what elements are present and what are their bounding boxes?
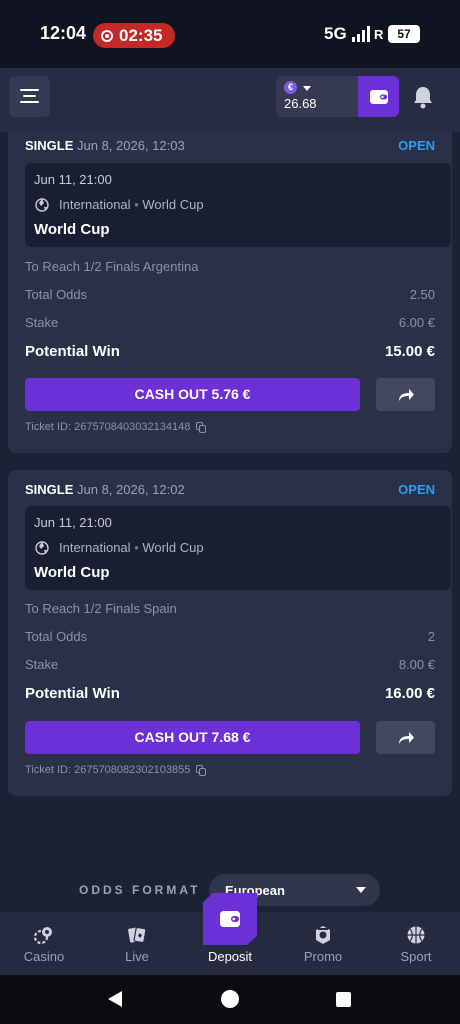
total-odds-value: 2.50 <box>409 287 435 302</box>
back-icon[interactable] <box>108 991 122 1007</box>
balance-selector[interactable]: € 26.68 <box>276 76 358 117</box>
wallet-button[interactable] <box>358 76 399 117</box>
cards-icon <box>128 926 147 944</box>
system-navigation-bar <box>0 975 460 1024</box>
total-odds-label: Total Odds <box>25 287 88 302</box>
stake-value: 8.00 € <box>398 657 435 672</box>
bet-status-badge: OPEN <box>398 482 435 497</box>
chevron-down-icon <box>356 887 366 893</box>
record-icon <box>101 29 113 42</box>
nav-label: Casino <box>23 949 65 964</box>
event-time: Jun 11, 21:00 <box>34 515 112 530</box>
nav-label: Sport <box>400 949 432 964</box>
bet-card: SINGLE Jun 8, 2026, 12:03 OPEN Jun 11, 2… <box>8 132 452 453</box>
nav-label: Promo <box>303 949 343 964</box>
nav-item-casino[interactable]: Casino <box>4 912 84 975</box>
stake-label: Stake <box>25 315 59 330</box>
network-type: 5G <box>324 24 347 43</box>
globe-icon <box>35 198 49 212</box>
total-odds-row: Total Odds 2.50 <box>25 287 435 302</box>
event-competition: World Cup <box>142 540 204 555</box>
copy-icon[interactable] <box>196 764 207 776</box>
potential-win-label: Potential Win <box>25 343 120 360</box>
share-arrow-icon <box>398 388 414 401</box>
event-title: World Cup <box>34 564 110 581</box>
cash-out-button[interactable]: CASH OUT 7.68 € <box>25 721 360 754</box>
potential-win-label: Potential Win <box>25 685 120 702</box>
nav-item-live[interactable]: Live <box>97 912 177 975</box>
basketball-icon <box>407 926 425 944</box>
nav-item-promo[interactable]: Promo <box>283 912 363 975</box>
share-button[interactable] <box>376 378 435 411</box>
chevron-down-icon <box>303 86 311 91</box>
breadcrumb-separator: • <box>134 197 139 212</box>
ticket-id: Ticket ID: 2675708403032134148 <box>25 421 207 433</box>
bet-market: To Reach 1/2 Finals Spain <box>25 601 177 616</box>
stake-row: Stake 6.00 € <box>25 315 435 330</box>
clock: 12:04 <box>40 23 87 43</box>
event-box[interactable]: Jun 11, 21:00 International • World Cup … <box>25 506 451 590</box>
event-competition: World Cup <box>142 197 204 212</box>
event-league: International • World Cup <box>59 197 204 212</box>
event-region: International <box>59 197 131 212</box>
cash-out-button[interactable]: CASH OUT 5.76 € <box>25 378 360 411</box>
potential-win-value: 15.00 € <box>384 343 435 360</box>
battery-icon: 57 <box>388 25 420 43</box>
globe-icon <box>35 541 49 555</box>
app-header: € 26.68 <box>0 68 460 132</box>
nav-label: Live <box>125 949 149 964</box>
wallet-icon <box>220 911 240 927</box>
bet-card: SINGLE Jun 8, 2026, 12:02 OPEN Jun 11, 2… <box>8 470 452 796</box>
menu-button[interactable] <box>9 76 50 117</box>
event-title: World Cup <box>34 221 110 238</box>
euro-currency-icon: € <box>284 81 297 94</box>
nav-item-sport[interactable]: Sport <box>376 912 456 975</box>
copy-icon[interactable] <box>196 421 207 433</box>
event-time: Jun 11, 21:00 <box>34 172 112 187</box>
bet-placed-date: Jun 8, 2026, 12:02 <box>77 482 185 497</box>
menu-icon <box>20 89 39 91</box>
total-odds-value: 2 <box>427 629 435 644</box>
promo-icon <box>316 926 330 944</box>
ticket-id: Ticket ID: 2675708082302103855 <box>25 764 207 776</box>
share-button[interactable] <box>376 721 435 754</box>
stake-value: 6.00 € <box>398 315 435 330</box>
potential-win-row: Potential Win 15.00 € <box>25 343 435 360</box>
screen-recording-indicator[interactable]: 02:35 <box>93 23 175 48</box>
home-icon[interactable] <box>221 990 239 1008</box>
status-bar: 12:04 02:35 5G R 57 <box>0 0 460 68</box>
account-balance: 26.68 <box>284 96 317 111</box>
roaming-indicator: R <box>374 27 384 42</box>
casino-chips-icon <box>34 927 52 945</box>
recent-apps-icon[interactable] <box>336 992 351 1007</box>
event-league: International • World Cup <box>59 540 204 555</box>
ticket-id-text: Ticket ID: 2675708403032134148 <box>25 421 191 433</box>
ticket-id-text: Ticket ID: 2675708082302103855 <box>25 764 191 776</box>
potential-win-row: Potential Win 16.00 € <box>25 685 435 702</box>
bell-icon[interactable] <box>412 85 434 109</box>
stake-row: Stake 8.00 € <box>25 657 435 672</box>
bet-type: SINGLE <box>25 482 74 497</box>
bet-type: SINGLE <box>25 138 74 153</box>
potential-win-value: 16.00 € <box>384 685 435 702</box>
total-odds-row: Total Odds 2 <box>25 629 435 644</box>
event-box[interactable]: Jun 11, 21:00 International • World Cup … <box>25 163 451 247</box>
nav-label: Deposit <box>207 949 253 964</box>
bet-status-badge: OPEN <box>398 138 435 153</box>
bet-placed-date: Jun 8, 2026, 12:03 <box>77 138 185 153</box>
bet-card-header: SINGLE Jun 8, 2026, 12:03 OPEN <box>25 138 435 164</box>
stake-label: Stake <box>25 657 59 672</box>
share-arrow-icon <box>398 731 414 744</box>
bet-card-header: SINGLE Jun 8, 2026, 12:02 OPEN <box>25 482 435 508</box>
recording-time: 02:35 <box>119 25 163 45</box>
deposit-button[interactable] <box>203 893 257 945</box>
signal-icon <box>352 26 374 42</box>
breadcrumb-separator: • <box>134 540 139 555</box>
event-region: International <box>59 540 131 555</box>
odds-format-label: ODDS FORMAT <box>79 883 201 897</box>
wallet-icon <box>369 89 388 104</box>
bet-market: To Reach 1/2 Finals Argentina <box>25 259 199 274</box>
total-odds-label: Total Odds <box>25 629 88 644</box>
